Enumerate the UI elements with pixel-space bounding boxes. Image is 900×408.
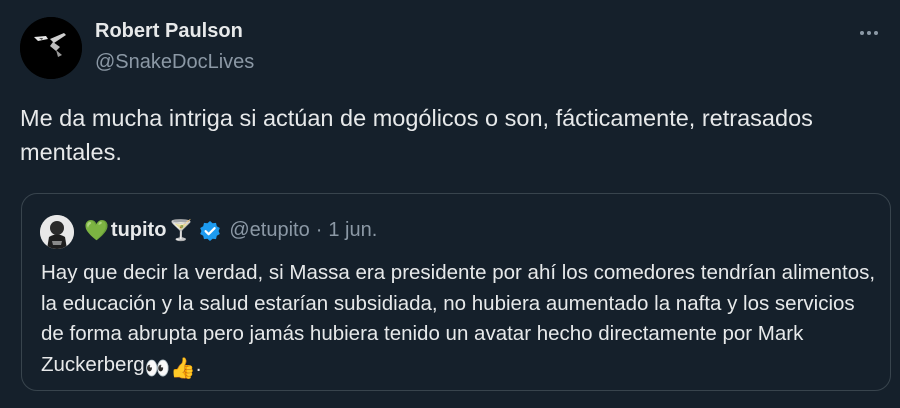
- more-options-button[interactable]: [852, 20, 886, 46]
- quoted-author-avatar-image: [40, 215, 74, 249]
- more-horizontal-icon-dot: [867, 31, 871, 35]
- quoted-tweet-header: 💚 tupito 🍸 @etupito · 1 jun.: [84, 218, 377, 243]
- tweet-text: Me da mucha intriga si actúan de mogólic…: [20, 105, 820, 165]
- author-avatar-image: [20, 17, 82, 79]
- eyes-thumbs-up-emoji: 👀👍: [144, 356, 196, 380]
- quoted-author-avatar[interactable]: [40, 215, 74, 249]
- quoted-author-handle[interactable]: @etupito: [229, 219, 309, 242]
- author-handle[interactable]: @SnakeDocLives: [95, 51, 254, 74]
- quoted-tweet-text: Hay que decir la verdad, si Massa era pr…: [41, 258, 876, 384]
- quoted-author-display-name[interactable]: tupito: [111, 219, 167, 242]
- quoted-tweet-end-punct: .: [195, 352, 202, 376]
- quoted-tweet-date[interactable]: 1 jun.: [328, 219, 377, 242]
- cocktail-emoji: 🍸: [168, 220, 194, 242]
- header-separator: ·: [315, 219, 323, 241]
- author-display-name[interactable]: Robert Paulson: [95, 20, 243, 43]
- author-avatar[interactable]: [20, 17, 82, 79]
- green-heart-emoji: 💚: [84, 220, 109, 242]
- more-horizontal-icon: [860, 31, 864, 35]
- more-horizontal-icon-dot: [874, 31, 878, 35]
- quoted-tweet-card[interactable]: 💚 tupito 🍸 @etupito · 1 jun. Hay que dec…: [21, 193, 891, 391]
- verified-badge-icon: [200, 220, 221, 241]
